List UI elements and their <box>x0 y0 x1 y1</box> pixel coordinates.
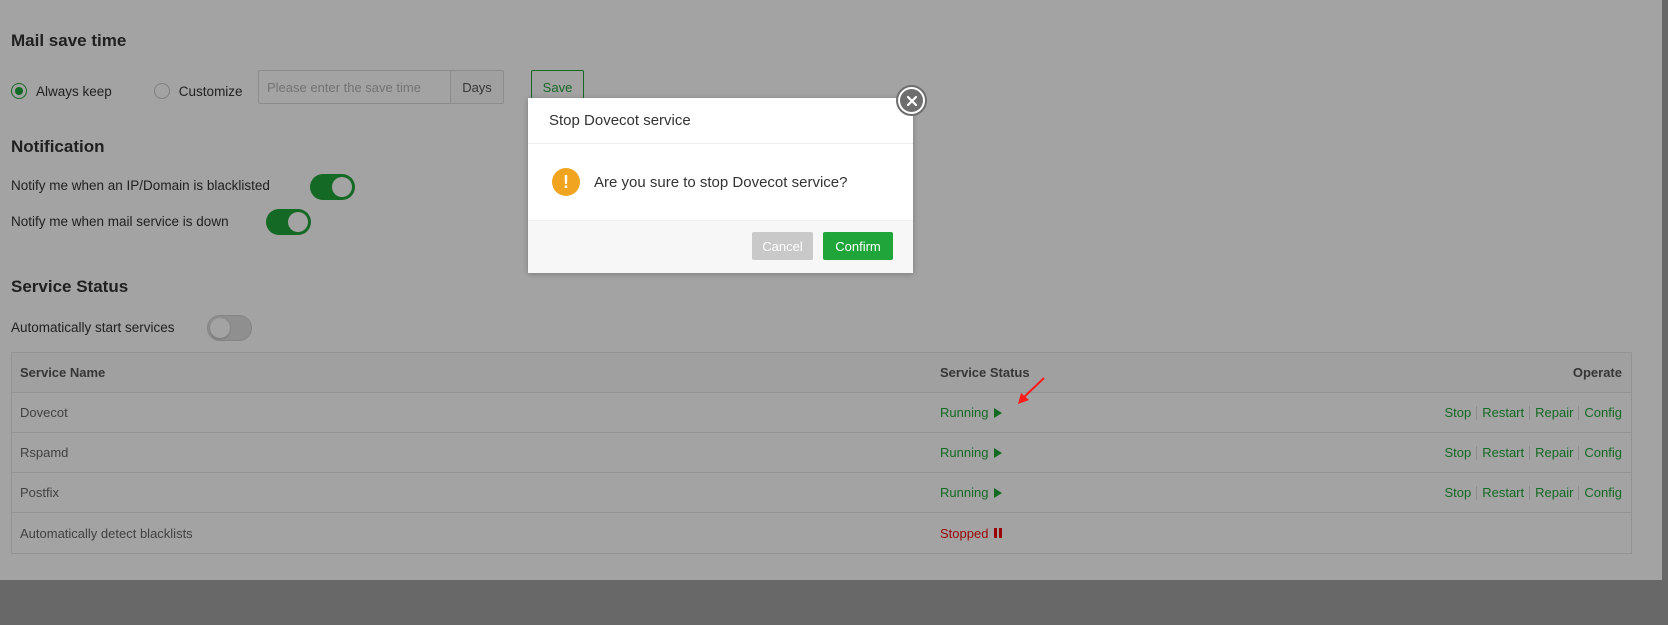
dialog-close-button[interactable] <box>896 85 927 116</box>
dialog-body: ! Are you sure to stop Dovecot service? <box>528 144 913 220</box>
confirm-button[interactable]: Confirm <box>823 232 893 260</box>
dialog-footer: Cancel Confirm <box>528 220 913 273</box>
dialog-message: Are you sure to stop Dovecot service? <box>594 173 848 191</box>
cancel-button[interactable]: Cancel <box>752 232 813 260</box>
red-arrow-annotation <box>1018 377 1045 404</box>
warning-icon: ! <box>552 168 580 196</box>
dialog-title: Stop Dovecot service <box>528 98 913 144</box>
close-icon <box>900 89 923 112</box>
modal-overlay[interactable] <box>0 0 1668 625</box>
stop-service-dialog: Stop Dovecot service ! Are you sure to s… <box>528 98 913 273</box>
